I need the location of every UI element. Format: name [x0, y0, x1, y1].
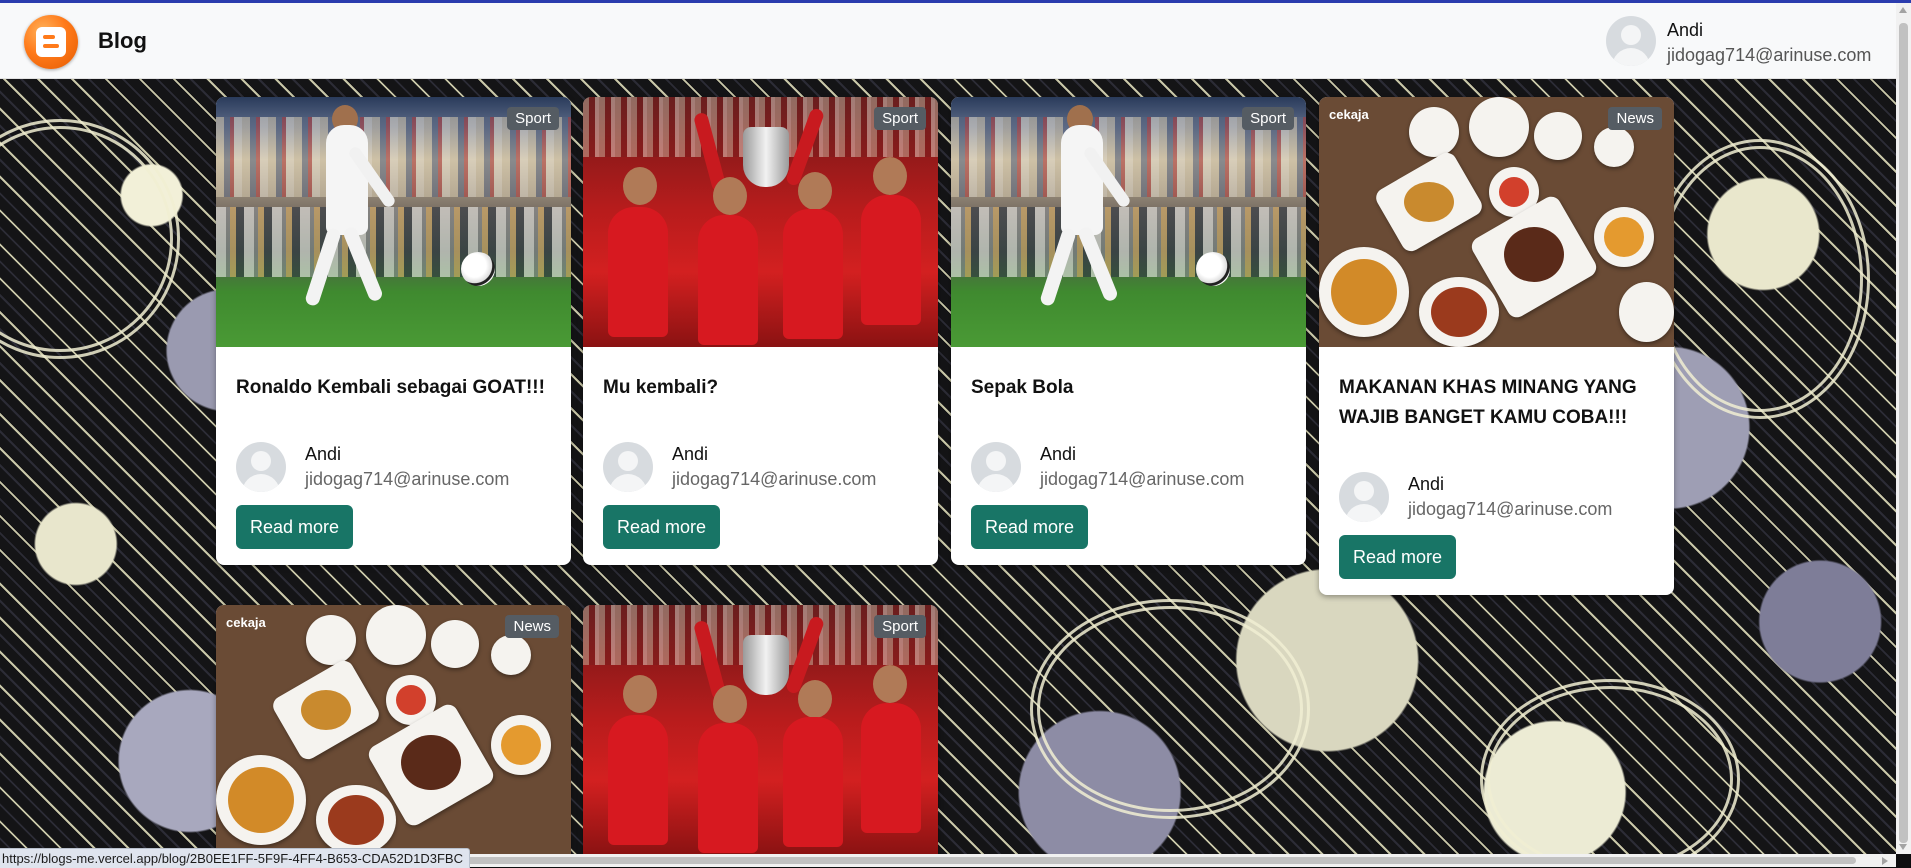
- category-badge: News: [1608, 107, 1662, 130]
- category-badge: Sport: [1242, 107, 1294, 130]
- post-author: Andi jidogag714@arinuse.com: [603, 442, 923, 492]
- user-email: jidogag714@arinuse.com: [1667, 45, 1872, 65]
- post-title: MAKANAN KHAS MINANG YANG WAJIB BANGET KA…: [1339, 377, 1637, 428]
- post-card[interactable]: cekaja News MAKANAN KHAS MINANG YANG WAJ…: [1319, 97, 1674, 595]
- read-more-button[interactable]: Read more: [236, 505, 353, 549]
- post-card[interactable]: Sport: [583, 605, 938, 854]
- blogger-logo-icon[interactable]: [24, 15, 78, 69]
- category-badge: Sport: [874, 107, 926, 130]
- post-title: Sepak Bola: [971, 377, 1074, 398]
- post-title: Mu kembali?: [603, 377, 719, 398]
- post-author: Andi jidogag714@arinuse.com: [236, 442, 556, 492]
- scroll-up-arrow-icon[interactable]: [1899, 7, 1907, 13]
- brand-title[interactable]: Blog: [98, 28, 147, 54]
- post-card[interactable]: Sport Mu kembali? Andi jidogag714@arinus…: [583, 97, 938, 565]
- author-avatar: [1339, 472, 1389, 522]
- image-watermark: cekaja: [1329, 107, 1369, 122]
- post-author: Andi jidogag714@arinuse.com: [971, 442, 1291, 492]
- read-more-button[interactable]: Read more: [1339, 535, 1456, 579]
- post-card[interactable]: Sport Sepak Bola Andi jidogag714@arinuse…: [951, 97, 1306, 565]
- user-name: Andi: [1667, 20, 1704, 40]
- author-name: Andi: [305, 444, 342, 464]
- category-badge: News: [505, 615, 559, 638]
- post-author: Andi jidogag714@arinuse.com: [1339, 472, 1659, 522]
- image-watermark: cekaja: [226, 615, 266, 630]
- author-email: jidogag714@arinuse.com: [305, 469, 510, 489]
- scroll-down-arrow-icon[interactable]: [1899, 844, 1907, 850]
- author-avatar: [971, 442, 1021, 492]
- post-image-team-celebration[interactable]: Sport: [583, 97, 938, 347]
- author-avatar: [236, 442, 286, 492]
- post-image-soccer-player[interactable]: Sport: [951, 97, 1306, 347]
- scroll-right-arrow-icon[interactable]: [1882, 857, 1888, 865]
- app-header: Blog Andi jidogag714@arinuse.com: [0, 3, 1896, 79]
- user-avatar[interactable]: [1606, 16, 1656, 66]
- post-image-food-table[interactable]: cekaja News: [216, 605, 571, 854]
- post-title: Ronaldo Kembali sebagai GOAT!!!: [236, 377, 545, 398]
- author-email: jidogag714@arinuse.com: [1408, 499, 1613, 519]
- post-image-soccer-player[interactable]: Sport: [216, 97, 571, 347]
- status-bar-url: https://blogs-me.vercel.app/blog/2B0EE1F…: [0, 848, 470, 868]
- post-card[interactable]: Sport Ronaldo Kembali sebagai GOAT!!! An…: [216, 97, 571, 565]
- post-card[interactable]: cekaja News: [216, 605, 571, 854]
- post-image-team-celebration[interactable]: Sport: [583, 605, 938, 854]
- author-email: jidogag714@arinuse.com: [672, 469, 877, 489]
- read-more-button[interactable]: Read more: [971, 505, 1088, 549]
- post-image-food-table[interactable]: cekaja News: [1319, 97, 1674, 347]
- author-name: Andi: [672, 444, 709, 464]
- author-name: Andi: [1408, 474, 1445, 494]
- category-badge: Sport: [874, 615, 926, 638]
- category-badge: Sport: [507, 107, 559, 130]
- read-more-button[interactable]: Read more: [603, 505, 720, 549]
- vertical-scrollbar[interactable]: [1896, 3, 1911, 854]
- author-email: jidogag714@arinuse.com: [1040, 469, 1245, 489]
- batik-background: Sport Ronaldo Kembali sebagai GOAT!!! An…: [0, 79, 1896, 854]
- author-avatar: [603, 442, 653, 492]
- author-name: Andi: [1040, 444, 1077, 464]
- vertical-scroll-thumb[interactable]: [1899, 23, 1908, 843]
